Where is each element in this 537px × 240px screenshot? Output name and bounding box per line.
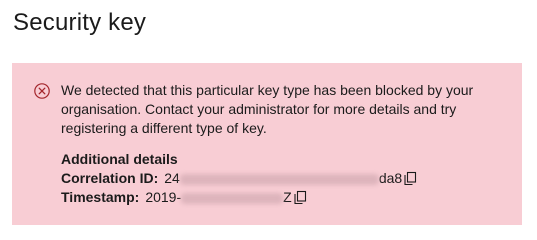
timestamp-suffix: Z	[283, 189, 292, 205]
correlation-id-row: Correlation ID: 24 da8	[61, 169, 417, 188]
correlation-id-suffix: da8	[378, 170, 403, 186]
error-circle-icon	[34, 83, 50, 99]
copy-icon[interactable]	[403, 171, 417, 186]
error-panel: We detected that this particular key typ…	[12, 63, 522, 225]
page-title: Security key	[13, 9, 147, 36]
timestamp-prefix: 2019-	[145, 189, 182, 205]
additional-details: Additional details Correlation ID: 24 da8…	[61, 150, 417, 207]
timestamp-row: Timestamp: 2019- Z	[61, 188, 417, 207]
timestamp-label: Timestamp:	[61, 189, 140, 205]
details-heading: Additional details	[61, 151, 178, 167]
correlation-id-label: Correlation ID:	[61, 170, 159, 186]
correlation-id-value: 24 da8	[164, 169, 402, 188]
redacted-text	[181, 192, 284, 204]
correlation-id-prefix: 24	[164, 170, 180, 186]
error-message: We detected that this particular key typ…	[61, 82, 474, 136]
copy-icon[interactable]	[293, 190, 307, 205]
redacted-text	[179, 173, 379, 185]
timestamp-value: 2019- Z	[145, 188, 291, 207]
